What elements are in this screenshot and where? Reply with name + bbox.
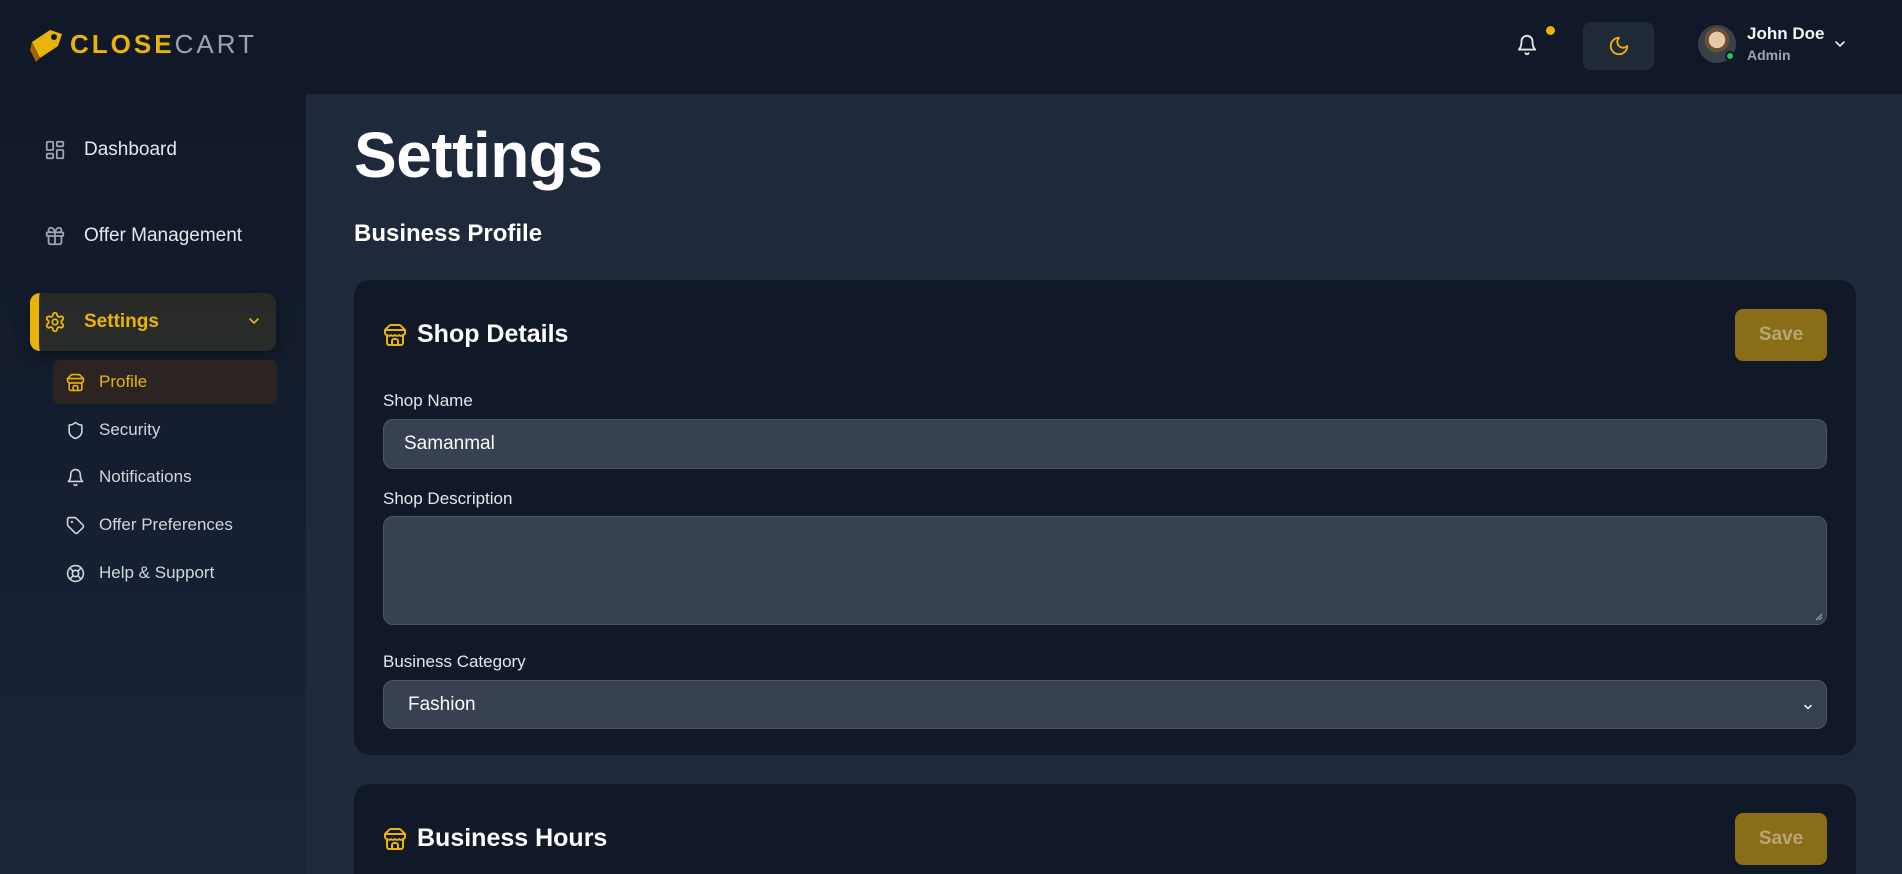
moon-icon <box>1609 36 1628 56</box>
resize-grip-icon[interactable] <box>1813 611 1823 621</box>
business-category-select[interactable]: Fashion <box>383 680 1827 729</box>
card-header: Business Hours <box>383 824 607 853</box>
logo-text: CLOSECART <box>70 29 257 60</box>
gear-icon <box>45 311 65 333</box>
avatar <box>1698 25 1736 64</box>
user-info: John Doe Admin <box>1747 24 1824 64</box>
card-title: Business Hours <box>417 824 608 852</box>
notification-badge-dot <box>1546 26 1555 35</box>
business-hours-card: Business Hours Save <box>354 784 1856 874</box>
shop-description-textarea[interactable] <box>383 516 1827 625</box>
user-menu[interactable]: John Doe Admin <box>1698 24 1824 64</box>
sidebar-item-settings[interactable]: Settings <box>30 293 276 351</box>
logo-text-close: CLOSE <box>70 28 175 59</box>
shield-icon <box>68 421 83 439</box>
logo-text-cart: CART <box>174 28 257 59</box>
sidebar-subitem-help-support[interactable]: Help & Support <box>53 551 277 595</box>
business-category-value: Fashion <box>408 693 476 715</box>
business-category-label: Business Category <box>383 652 526 671</box>
sidebar-item-dashboard[interactable]: Dashboard <box>30 121 276 179</box>
shop-description-label: Shop Description <box>383 489 513 508</box>
store-icon <box>384 323 406 346</box>
lifebuoy-icon <box>66 564 85 582</box>
sidebar-subitem-label: Offer Preferences <box>99 515 233 534</box>
grid-icon <box>45 140 65 160</box>
sidebar-subitem-label: Profile <box>99 372 148 391</box>
sidebar-subitem-security[interactable]: Security <box>53 408 277 452</box>
shop-name-input[interactable]: Samanmal <box>383 419 1827 469</box>
tag-icon <box>66 516 85 534</box>
card-title: Shop Details <box>417 320 569 348</box>
top-bar: CLOSECART John Doe Admin <box>0 0 1902 94</box>
sidebar-subitem-label: Help & Support <box>99 563 215 582</box>
sidebar-item-offer-management[interactable]: Offer Management <box>30 207 276 265</box>
logo[interactable]: CLOSECART <box>28 24 257 64</box>
bell-icon <box>1517 35 1537 56</box>
sidebar: Dashboard Offer Management Settings Prof… <box>0 94 306 874</box>
sidebar-subitem-offer-preferences[interactable]: Offer Preferences <box>53 503 277 547</box>
chevron-down-icon[interactable] <box>1832 36 1848 52</box>
card-header: Shop Details <box>383 320 568 349</box>
chevron-down-icon <box>1804 704 1812 710</box>
sidebar-subitem-label: Security <box>99 420 161 439</box>
bell-icon <box>67 468 84 486</box>
theme-toggle-button[interactable] <box>1583 22 1654 70</box>
sidebar-item-label: Offer Management <box>84 225 243 246</box>
save-shop-details-button[interactable]: Save <box>1735 309 1827 361</box>
shop-name-label: Shop Name <box>383 391 473 410</box>
user-name: John Doe <box>1747 24 1825 43</box>
sidebar-subitem-profile[interactable]: Profile <box>53 360 277 404</box>
store-icon <box>384 827 406 850</box>
page-title: Settings <box>354 119 603 191</box>
gift-icon <box>45 226 65 246</box>
chevron-down-icon <box>249 318 259 324</box>
shop-details-card: Shop Details Save Shop Name Samanmal Sho… <box>354 280 1856 755</box>
sidebar-item-label: Settings <box>84 311 159 332</box>
shop-name-value: Samanmal <box>404 433 495 454</box>
online-status-dot <box>1725 51 1735 62</box>
notifications-button[interactable] <box>1512 28 1542 62</box>
sidebar-subitem-label: Notifications <box>99 467 192 486</box>
tag-logo-icon <box>30 30 62 62</box>
section-title: Business Profile <box>354 220 543 247</box>
sidebar-item-label: Dashboard <box>84 139 177 160</box>
user-role: Admin <box>1747 47 1791 64</box>
save-business-hours-button[interactable]: Save <box>1735 813 1827 865</box>
store-icon <box>66 373 85 391</box>
sidebar-subitem-notifications[interactable]: Notifications <box>53 455 277 499</box>
